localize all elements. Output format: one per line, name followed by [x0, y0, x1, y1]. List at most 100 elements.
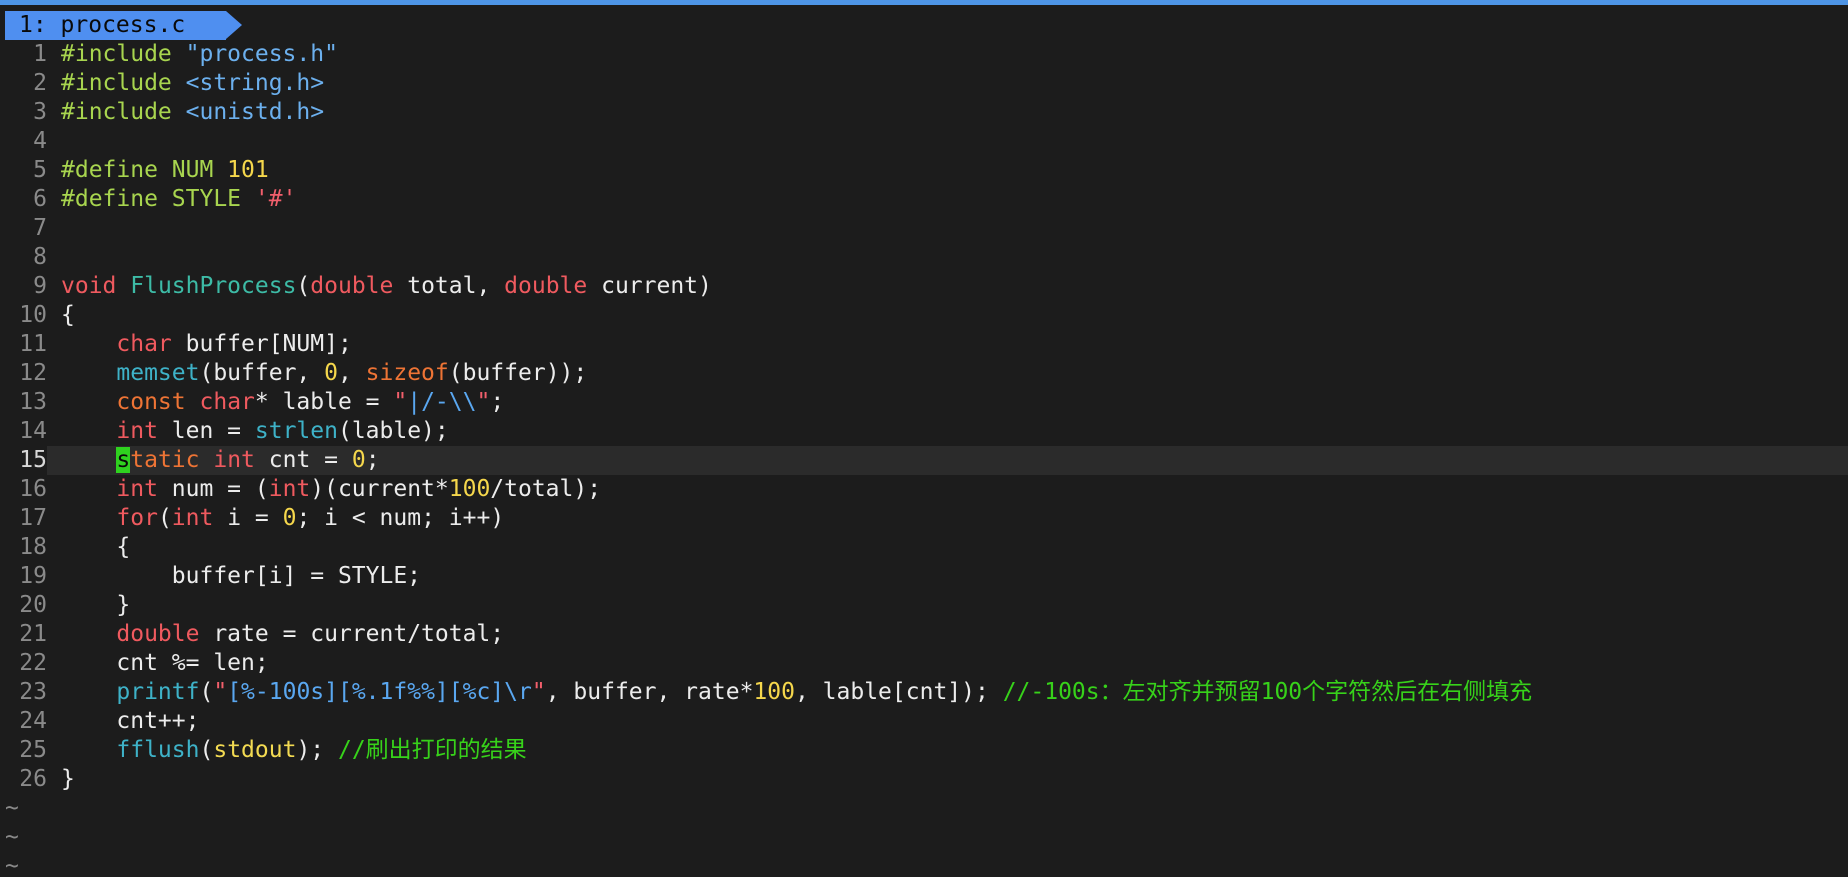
- code-token: ": [476, 389, 491, 415]
- line-number: 10: [0, 301, 47, 330]
- code-line[interactable]: 19 buffer[i] = STYLE;: [0, 562, 1848, 591]
- code-token: [%-100s][%.1f%%][%c]\r: [227, 679, 532, 705]
- line-code[interactable]: }: [61, 591, 130, 620]
- code-token: }: [61, 766, 75, 792]
- line-number: 17: [0, 504, 47, 533]
- code-token: for: [116, 505, 158, 531]
- line-code[interactable]: fflush(stdout); //刷出打印的结果: [61, 736, 526, 765]
- code-line[interactable]: 5 #define NUM 101: [0, 156, 1848, 185]
- code-token: cnt %= len;: [61, 650, 269, 676]
- code-line[interactable]: 14 int len = strlen(lable);: [0, 417, 1848, 446]
- line-code[interactable]: double rate = current/total;: [61, 620, 504, 649]
- line-code[interactable]: cnt++;: [61, 707, 199, 736]
- line-number: 5: [0, 156, 47, 185]
- code-token: void: [61, 273, 131, 299]
- line-code[interactable]: #define NUM 101: [61, 156, 269, 185]
- code-editor[interactable]: 1 #include "process.h" 2 #include <string.h…: [0, 40, 1848, 877]
- line-code[interactable]: #include <unistd.h>: [61, 98, 324, 127]
- code-token: /total);: [490, 476, 602, 502]
- line-code[interactable]: int len = strlen(lable);: [61, 417, 449, 446]
- code-line[interactable]: 26}: [0, 765, 1848, 794]
- line-number: 1: [0, 40, 47, 69]
- code-token: int: [116, 418, 158, 444]
- line-code[interactable]: printf("[%-100s][%.1f%%][%c]\r", buffer,…: [61, 678, 1532, 707]
- line-number: 23: [0, 678, 47, 707]
- line-code[interactable]: cnt %= len;: [61, 649, 269, 678]
- code-token: memset: [116, 360, 200, 386]
- code-token: 0: [282, 505, 297, 531]
- tab-arrow-icon: [226, 11, 242, 39]
- line-code[interactable]: static int cnt = 0;: [61, 446, 380, 475]
- line-code[interactable]: memset(buffer, 0, sizeof(buffer));: [61, 359, 587, 388]
- code-line[interactable]: 16 int num = (int)(current*100/total);: [0, 475, 1848, 504]
- line-code[interactable]: #include "process.h": [61, 40, 338, 69]
- line-code[interactable]: #include <string.h>: [61, 69, 324, 98]
- code-line[interactable]: 17 for(int i = 0; i < num; i++): [0, 504, 1848, 533]
- line-number: 25: [0, 736, 47, 765]
- code-line[interactable]: 7: [0, 214, 1848, 243]
- code-line[interactable]: 10 {: [0, 301, 1848, 330]
- line-code[interactable]: char buffer[NUM];: [61, 330, 352, 359]
- code-token: 100: [448, 476, 491, 502]
- code-token: (: [199, 737, 214, 763]
- line-code[interactable]: }: [61, 765, 75, 794]
- line-code[interactable]: {: [61, 533, 130, 562]
- code-line[interactable]: 4: [0, 127, 1848, 156]
- code-line[interactable]: 13 const char* lable = "|/-\\";: [0, 388, 1848, 417]
- code-line[interactable]: 8: [0, 243, 1848, 272]
- code-line[interactable]: 21 double rate = current/total;: [0, 620, 1848, 649]
- line-code[interactable]: {: [61, 301, 75, 330]
- code-token: (: [157, 505, 172, 531]
- empty-buffer-line-marker: ~: [5, 795, 19, 821]
- line-number: 26: [0, 765, 47, 794]
- line-number: 13: [0, 388, 47, 417]
- code-line[interactable]: 25 fflush(stdout); //刷出打印的结果: [0, 736, 1848, 765]
- code-line[interactable]: 12 memset(buffer, 0, sizeof(buffer));: [0, 359, 1848, 388]
- code-line[interactable]: 3 #include <unistd.h>: [0, 98, 1848, 127]
- tab-process-c[interactable]: 1: process.c: [5, 11, 226, 40]
- code-line[interactable]: 9 void FlushProcess(double total, double …: [0, 272, 1848, 301]
- line-code[interactable]: const char* lable = "|/-\\";: [61, 388, 504, 417]
- code-token: stdout: [213, 737, 297, 763]
- code-token: total,: [393, 273, 505, 299]
- code-line[interactable]: 1 #include "process.h": [0, 40, 1848, 69]
- code-token: int: [116, 476, 158, 502]
- code-token: current): [587, 273, 712, 299]
- code-line[interactable]: 11 char buffer[NUM];: [0, 330, 1848, 359]
- line-code[interactable]: #define STYLE '#': [61, 185, 296, 214]
- code-token: ": [531, 679, 546, 705]
- code-token: tatic: [130, 447, 200, 473]
- code-token: (lable);: [337, 418, 449, 444]
- line-number: 15: [0, 446, 47, 475]
- line-number: 14: [0, 417, 47, 446]
- code-line[interactable]: 22 cnt %= len;: [0, 649, 1848, 678]
- code-line[interactable]: 24 cnt++;: [0, 707, 1848, 736]
- code-token: buffer[i] = STYLE;: [61, 563, 422, 589]
- code-line[interactable]: 6 #define STYLE '#': [0, 185, 1848, 214]
- code-token: <string.h>: [185, 70, 325, 96]
- code-token: FlushProcess: [130, 273, 297, 299]
- code-line[interactable]: 2 #include <string.h>: [0, 69, 1848, 98]
- line-code[interactable]: buffer[i] = STYLE;: [61, 562, 421, 591]
- code-line[interactable]: 20 }: [0, 591, 1848, 620]
- line-number: 3: [0, 98, 47, 127]
- line-code[interactable]: int num = (int)(current*100/total);: [61, 475, 601, 504]
- code-token: "process.h": [185, 41, 338, 67]
- code-token: const: [116, 389, 186, 415]
- code-token: * lable =: [254, 389, 394, 415]
- code-token: buffer[NUM];: [171, 331, 352, 357]
- code-line[interactable]: 18 {: [0, 533, 1848, 562]
- line-code[interactable]: void FlushProcess(double total, double c…: [61, 272, 712, 301]
- code-token: #include: [61, 70, 186, 96]
- code-token: (buffer));: [448, 360, 588, 386]
- code-line[interactable]: 23 printf("[%-100s][%.1f%%][%c]\r", buff…: [0, 678, 1848, 707]
- line-number: 7: [0, 214, 47, 243]
- text-cursor: s: [116, 447, 131, 473]
- line-code[interactable]: for(int i = 0; i < num; i++): [61, 504, 504, 533]
- code-line[interactable]: 15 static int cnt = 0;: [0, 446, 1848, 475]
- code-token: {: [61, 534, 131, 560]
